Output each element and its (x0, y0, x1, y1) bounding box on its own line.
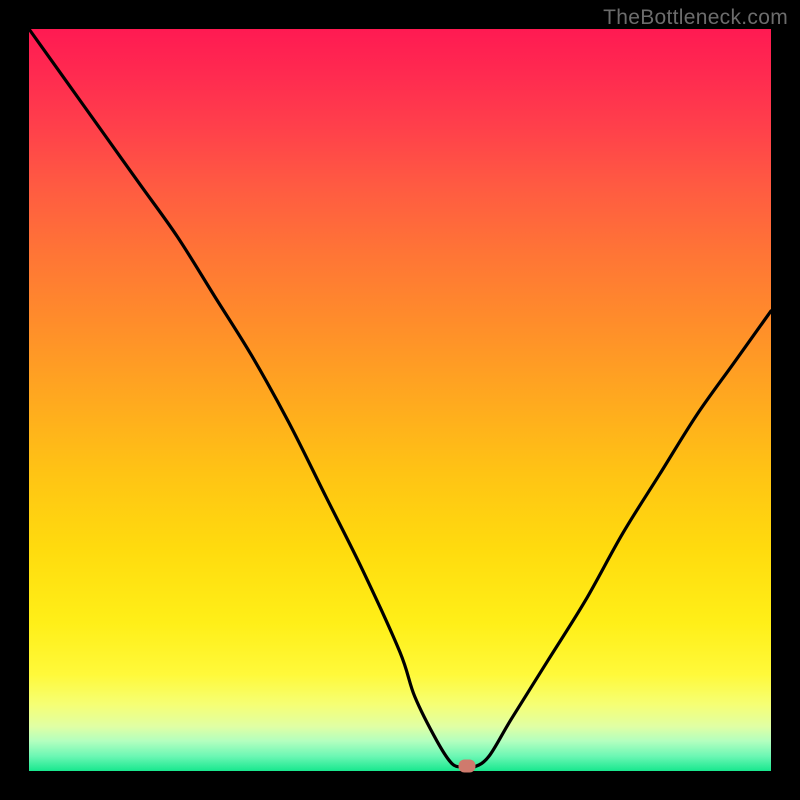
optimal-marker (458, 760, 475, 773)
bottleneck-curve-path (29, 29, 771, 768)
chart-frame: TheBottleneck.com (0, 0, 800, 800)
watermark-text: TheBottleneck.com (603, 6, 788, 30)
curve-svg (29, 29, 771, 771)
plot-area (29, 29, 771, 771)
